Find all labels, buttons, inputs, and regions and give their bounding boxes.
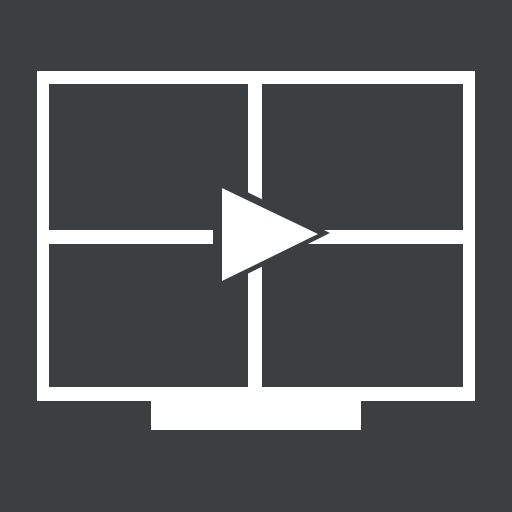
app-icon-canvas — [0, 0, 512, 512]
screen-pane-bottom-right — [262, 244, 463, 387]
video-wall-play-icon — [37, 71, 475, 430]
screen-pane-top-right — [262, 84, 463, 230]
monitor-stand — [151, 401, 361, 430]
